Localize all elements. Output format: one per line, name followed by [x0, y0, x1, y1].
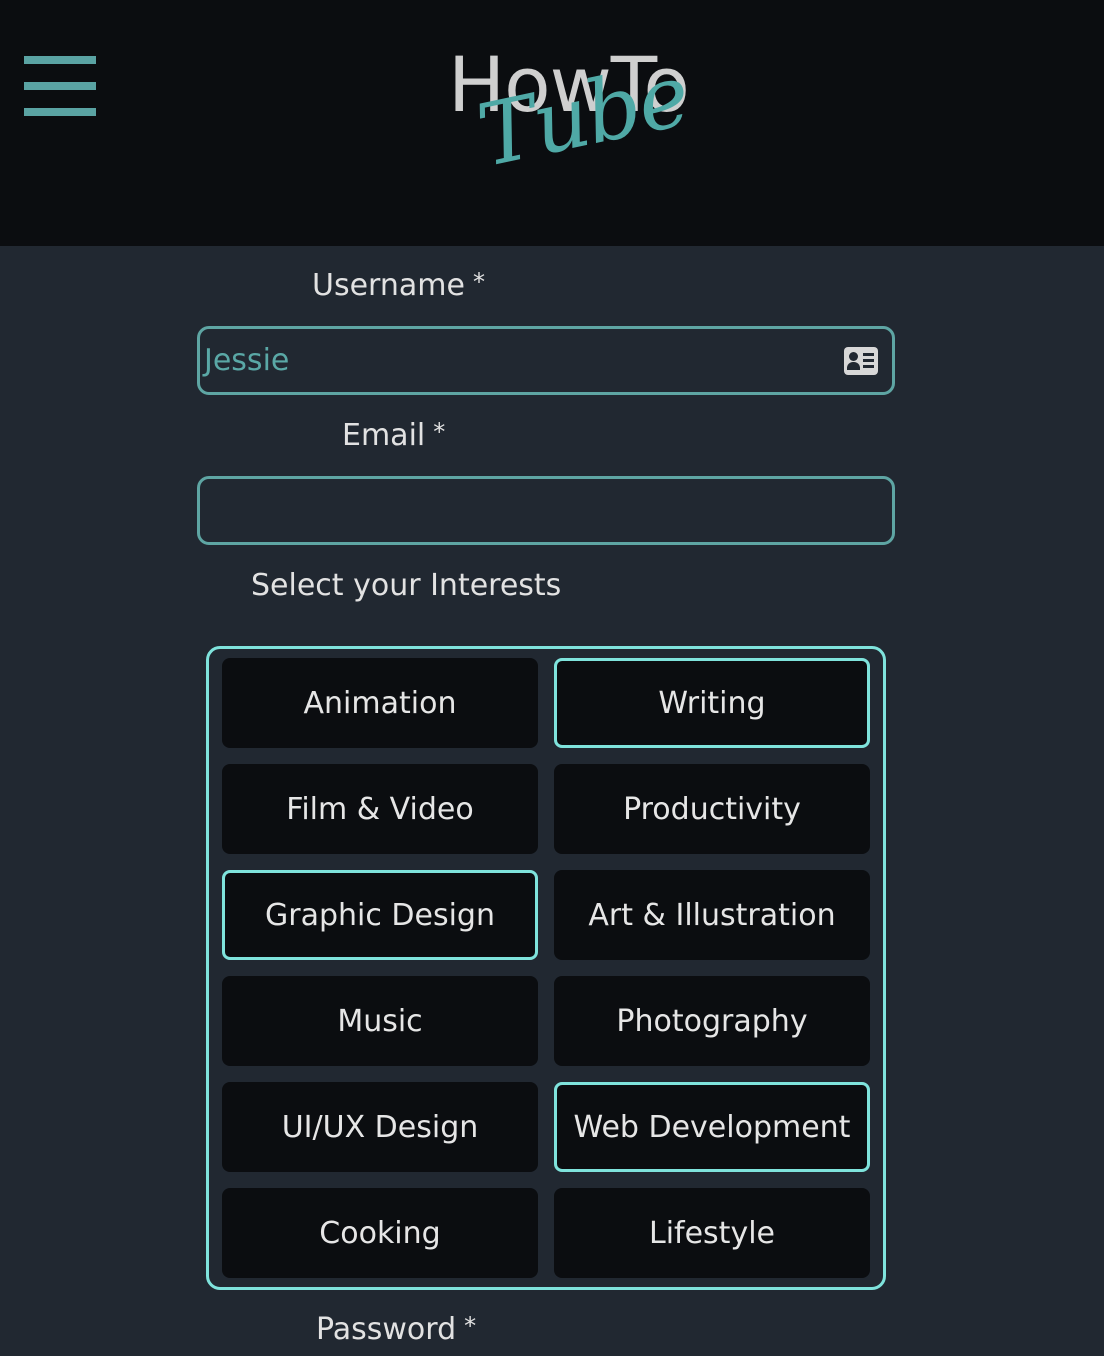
required-mark: * [464, 1312, 477, 1340]
interest-chip-music[interactable]: Music [222, 976, 538, 1066]
required-mark: * [472, 268, 485, 296]
interest-chip-art-illustration[interactable]: Art & Illustration [554, 870, 870, 960]
interest-chip-web-development[interactable]: Web Development [554, 1082, 870, 1172]
interest-chip-photography[interactable]: Photography [554, 976, 870, 1066]
password-label: Password * [316, 1312, 476, 1347]
interest-chip-cooking[interactable]: Cooking [222, 1188, 538, 1278]
username-value: Jessie [204, 343, 290, 378]
interest-chip-ui-ux-design[interactable]: UI/UX Design [222, 1082, 538, 1172]
interest-label: Photography [616, 1003, 808, 1039]
interest-label: Cooking [319, 1215, 441, 1251]
email-label-text: Email [342, 418, 426, 453]
app-header: HowTo Tube [0, 0, 1104, 246]
interests-label: Select your Interests [251, 568, 562, 603]
email-input[interactable] [197, 476, 895, 545]
interests-grid: Animation Writing Film & Video Productiv… [206, 646, 886, 1290]
username-label: Username * [312, 268, 485, 303]
interest-label: Writing [658, 685, 766, 721]
interest-label: Graphic Design [265, 897, 495, 933]
interest-label: Music [337, 1003, 423, 1039]
contact-card-icon [844, 347, 878, 375]
username-input[interactable]: Jessie [197, 326, 895, 395]
interest-label: Productivity [623, 791, 801, 827]
interest-chip-film-video[interactable]: Film & Video [222, 764, 538, 854]
interest-label: Lifestyle [648, 1215, 775, 1251]
username-label-text: Username [312, 268, 465, 303]
interest-label: Art & Illustration [588, 897, 836, 933]
interest-chip-graphic-design[interactable]: Graphic Design [222, 870, 538, 960]
interest-chip-lifestyle[interactable]: Lifestyle [554, 1188, 870, 1278]
interest-label: UI/UX Design [281, 1109, 479, 1145]
howtotube-logo[interactable]: HowTo Tube [440, 40, 710, 210]
interest-chip-productivity[interactable]: Productivity [554, 764, 870, 854]
interest-label: Animation [303, 685, 457, 721]
password-label-text: Password [316, 1312, 457, 1347]
email-label: Email * [342, 418, 445, 453]
interest-label: Film & Video [286, 791, 474, 827]
hamburger-menu-icon[interactable] [24, 56, 96, 116]
interest-label: Web Development [573, 1109, 851, 1145]
interest-chip-writing[interactable]: Writing [554, 658, 870, 748]
interest-chip-animation[interactable]: Animation [222, 658, 538, 748]
required-mark: * [433, 418, 446, 446]
